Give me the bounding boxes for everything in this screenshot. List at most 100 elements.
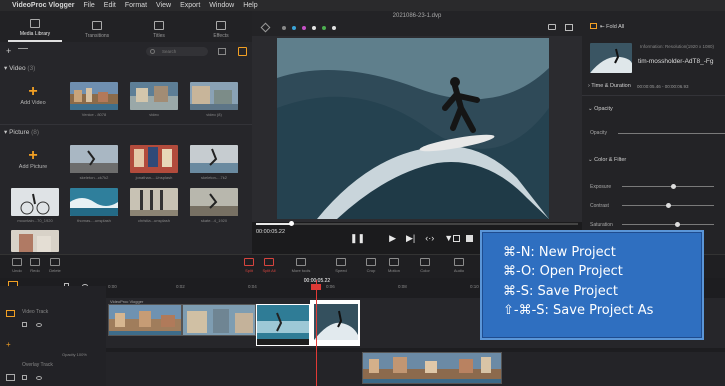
panel-toggle-icon[interactable] bbox=[590, 23, 597, 29]
video-thumb-venice[interactable] bbox=[70, 82, 118, 110]
color-dot-blue[interactable] bbox=[292, 26, 296, 30]
redo-button[interactable]: Redo bbox=[24, 258, 46, 273]
picture-thumb-5[interactable] bbox=[70, 188, 118, 216]
add-picture-button[interactable]: + Add Picture bbox=[13, 147, 53, 171]
overlay-clip[interactable] bbox=[362, 352, 502, 384]
video-section-header[interactable]: ▾ Video (3) bbox=[4, 64, 35, 72]
saturation-slider[interactable] bbox=[622, 224, 714, 225]
audio-button[interactable]: Audio bbox=[448, 258, 470, 273]
skate-thumbnail bbox=[130, 188, 178, 216]
track-eye-icon[interactable] bbox=[36, 376, 42, 380]
search-icon bbox=[150, 49, 155, 54]
fullscreen-icon[interactable] bbox=[565, 24, 573, 31]
timeline-clip-2[interactable] bbox=[182, 304, 256, 336]
color-dot-light[interactable] bbox=[332, 26, 336, 30]
track-lock-icon[interactable] bbox=[22, 322, 27, 327]
delete-button[interactable]: Delete bbox=[44, 258, 66, 273]
menu-export[interactable]: Export bbox=[180, 2, 200, 9]
split-all-icon bbox=[264, 258, 274, 266]
timeline-clip-surf-left[interactable] bbox=[256, 304, 310, 346]
effects-icon bbox=[216, 21, 226, 30]
expand-icon[interactable]: ‹·› bbox=[425, 233, 434, 244]
menu-format[interactable]: Format bbox=[125, 2, 147, 9]
fold-all-button[interactable]: ⇤ Fold All bbox=[600, 24, 624, 30]
clip-info: Information: Resolution(1920 x 1080) bbox=[640, 44, 715, 49]
picture-thumb-7[interactable] bbox=[190, 188, 238, 216]
picture-thumb-6[interactable] bbox=[130, 188, 178, 216]
tab-titles[interactable]: Titles bbox=[132, 11, 186, 42]
picture-thumb-2[interactable] bbox=[130, 145, 178, 173]
color-button[interactable]: Color bbox=[414, 258, 436, 273]
color-dot-purple[interactable] bbox=[302, 26, 306, 30]
pause-icon[interactable]: ❚❚ bbox=[350, 233, 365, 244]
menu-help[interactable]: Help bbox=[243, 2, 257, 9]
motion-button[interactable]: Motion bbox=[383, 258, 405, 273]
section-count: (3) bbox=[27, 65, 36, 72]
next-frame-icon[interactable]: ▶| bbox=[406, 233, 415, 244]
menu-edit[interactable]: Edit bbox=[104, 2, 116, 9]
exposure-slider-handle[interactable] bbox=[670, 184, 676, 189]
video-thumbnail bbox=[190, 82, 238, 110]
split-button[interactable]: Split bbox=[238, 258, 260, 273]
video-thumb-3[interactable] bbox=[190, 82, 238, 110]
add-media-icon[interactable]: + bbox=[6, 46, 11, 56]
more-tools-button[interactable]: More tools bbox=[290, 258, 312, 273]
contrast-slider-handle[interactable] bbox=[666, 203, 671, 208]
menu-window[interactable]: Window bbox=[209, 2, 234, 9]
picture-thumb-8[interactable] bbox=[11, 230, 59, 252]
aspect-icon[interactable] bbox=[466, 235, 473, 242]
tab-effects[interactable]: Effects bbox=[194, 11, 248, 42]
motion-label: Motion bbox=[387, 268, 400, 273]
time-duration-section[interactable]: › Time & Duration bbox=[588, 83, 631, 89]
play-icon[interactable]: ▶ bbox=[389, 233, 396, 244]
track-eye-icon[interactable] bbox=[36, 323, 42, 327]
speed-button[interactable]: Speed bbox=[330, 258, 352, 273]
tab-label: Effects bbox=[213, 33, 229, 39]
search-input[interactable]: Search bbox=[146, 47, 208, 56]
playhead-handle[interactable] bbox=[311, 284, 321, 290]
preview-scrubber[interactable] bbox=[256, 223, 578, 225]
exposure-slider[interactable] bbox=[622, 186, 714, 187]
video-preview[interactable] bbox=[277, 38, 549, 219]
add-track-plus-icon[interactable]: + bbox=[6, 340, 11, 349]
menu-file[interactable]: File bbox=[84, 2, 95, 9]
grid-view-icon[interactable] bbox=[218, 48, 226, 55]
remove-media-icon[interactable] bbox=[18, 48, 28, 49]
picture-section-header[interactable]: ▾ Picture (8) bbox=[4, 128, 39, 136]
playhead-line[interactable] bbox=[316, 280, 317, 386]
fold-all-label: Fold All bbox=[606, 24, 625, 30]
mark-in-icon[interactable]: ▼ bbox=[444, 233, 453, 244]
picture-thumb-1[interactable] bbox=[70, 145, 118, 173]
crop-button[interactable]: Crop bbox=[360, 258, 382, 273]
venice-thumbnail bbox=[70, 82, 118, 110]
snapshot-icon[interactable] bbox=[548, 24, 556, 30]
timeline-clip-surf-selected[interactable] bbox=[310, 300, 360, 346]
delete-label: Delete bbox=[49, 268, 61, 273]
menu-view[interactable]: View bbox=[156, 2, 171, 9]
color-dot-gray[interactable] bbox=[282, 26, 286, 30]
crop-view-icon[interactable] bbox=[453, 235, 460, 242]
plus-icon: + bbox=[28, 147, 38, 164]
more-tools-label: More tools bbox=[291, 268, 311, 273]
undo-icon bbox=[12, 258, 22, 266]
scrubber-handle[interactable] bbox=[289, 221, 295, 226]
timeline-clip-venice[interactable] bbox=[108, 304, 182, 336]
picture-thumb-3[interactable] bbox=[190, 145, 238, 173]
opacity-slider[interactable] bbox=[618, 133, 725, 134]
app-name-menu[interactable]: VideoProc Vlogger bbox=[12, 2, 75, 9]
video-thumb-2[interactable] bbox=[130, 82, 178, 110]
thumb-label: video bbox=[149, 112, 159, 117]
tab-label: Media Library bbox=[19, 31, 51, 37]
tab-media-library[interactable]: Media Library bbox=[8, 11, 62, 42]
track-lock-icon[interactable] bbox=[22, 375, 27, 380]
add-video-button[interactable]: + Add Video bbox=[13, 84, 53, 107]
color-dot-green[interactable] bbox=[322, 26, 326, 30]
tab-transitions[interactable]: Transitions bbox=[70, 11, 124, 42]
picture-thumb-4[interactable] bbox=[11, 188, 59, 216]
audio-icon bbox=[454, 258, 464, 266]
color-dot-white[interactable] bbox=[312, 26, 316, 30]
color-filter-section[interactable]: ⌄ Color & Filter bbox=[588, 157, 626, 163]
opacity-section[interactable]: ⌄ Opacity bbox=[588, 106, 613, 112]
split-all-button[interactable]: Split All bbox=[258, 258, 280, 273]
panel-layout-icon[interactable] bbox=[238, 47, 247, 56]
